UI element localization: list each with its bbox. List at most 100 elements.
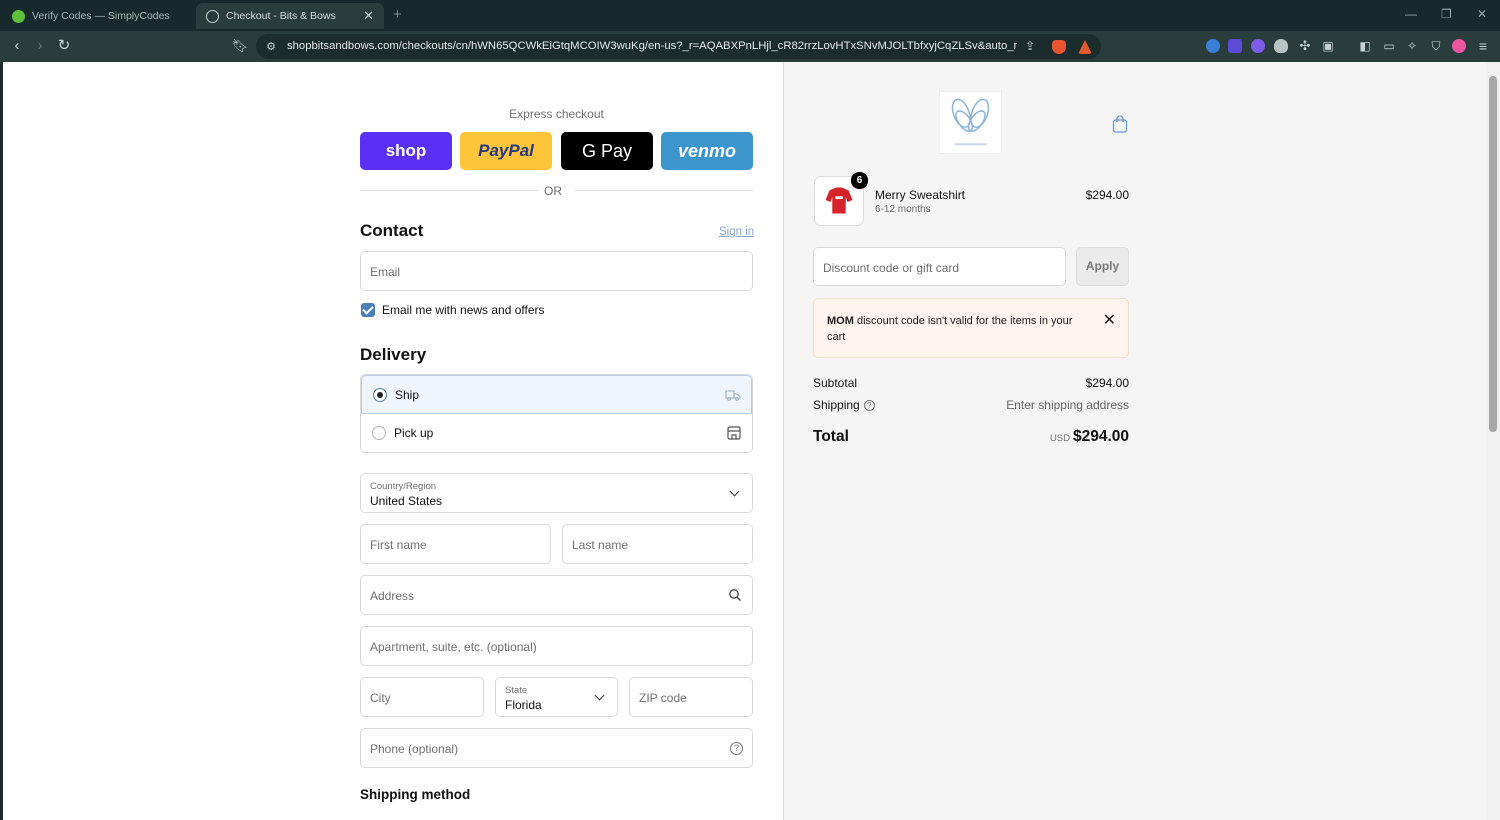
reload-icon[interactable]: ↻ [55, 37, 73, 55]
bookmark-icon[interactable]: 🔖︎ [231, 37, 249, 55]
vpn-shield-icon[interactable]: ⛉ [1427, 37, 1445, 55]
site-settings-icon[interactable]: ⚙ [262, 38, 280, 56]
product-name: Merry Sweatshirt [875, 188, 966, 202]
bits-and-bows-logo[interactable] [939, 91, 1002, 154]
phone-field[interactable]: Phone (optional) ? [360, 728, 753, 768]
last-name-field[interactable]: Last name [562, 524, 753, 564]
new-tab-icon[interactable]: + [393, 6, 402, 23]
close-icon[interactable]: ✕ [1103, 310, 1116, 330]
apartment-placeholder: Apartment, suite, etc. (optional) [370, 640, 537, 654]
scrollbar-thumb[interactable] [1489, 76, 1497, 432]
google-pay-button[interactable]: G Pay [561, 132, 653, 170]
state-select[interactable]: State Florida [495, 677, 618, 717]
address-field[interactable]: Address [360, 575, 753, 615]
discount-placeholder: Discount code or gift card [823, 261, 960, 275]
tab-title: Verify Codes — SimplyCodes [32, 10, 170, 22]
close-tab-icon[interactable]: ✕ [363, 8, 374, 24]
address-placeholder: Address [370, 589, 415, 603]
phone-placeholder: Phone (optional) [370, 742, 459, 756]
discount-error-message: MOM discount code isn't valid for the it… [827, 313, 1089, 345]
minimize-window-icon[interactable]: — [1405, 7, 1417, 21]
shop-pay-button[interactable]: shop [360, 132, 452, 170]
discount-code-input[interactable]: Discount code or gift card [813, 247, 1066, 286]
sign-in-link[interactable]: Sign in [719, 226, 754, 238]
newsletter-checkbox[interactable] [361, 303, 375, 317]
url-text: shopbitsandbows.com/checkouts/cn/hWN65QC… [287, 40, 1017, 52]
country-label: Country/Region [370, 481, 437, 492]
venmo-button[interactable]: venmo [661, 132, 753, 170]
address-bar[interactable]: ⚙ shopbitsandbows.com/checkouts/cn/hWN65… [256, 34, 1101, 59]
extensions-puzzle-icon[interactable]: ✣ [1296, 37, 1314, 55]
globe-favicon-icon [206, 9, 219, 23]
extension-a-icon[interactable] [1228, 39, 1242, 53]
apartment-field[interactable]: Apartment, suite, etc. (optional) [360, 626, 753, 666]
delivery-option-pickup[interactable]: Pick up [361, 414, 752, 452]
newsletter-label: Email me with news and offers [382, 303, 545, 317]
sidebar-icon[interactable]: ◧ [1356, 37, 1374, 55]
state-label: State [505, 685, 528, 696]
restore-window-icon[interactable]: ❐ [1441, 7, 1452, 21]
wallet-icon[interactable]: ▭ [1380, 37, 1398, 55]
error-text: discount code isn't valid for the items … [827, 315, 1073, 343]
help-icon[interactable]: ? [863, 400, 875, 412]
shipping-label-row: Shipping? [813, 398, 875, 412]
pickup-label: Pick up [394, 426, 434, 440]
express-checkout-label: Express checkout [509, 107, 604, 121]
forward-icon[interactable]: › [31, 37, 49, 55]
browser-tab-bar: Verify Codes — SimplyCodes Checkout - Bi… [0, 0, 1500, 31]
first-name-field[interactable]: First name [360, 524, 551, 564]
last-name-placeholder: Last name [572, 538, 629, 552]
back-icon[interactable]: ‹ [8, 37, 26, 55]
menu-icon[interactable]: ≡ [1474, 37, 1492, 55]
delivery-heading: Delivery [360, 345, 427, 364]
paypal-button[interactable]: PayPal [460, 132, 552, 170]
pickup-radio[interactable] [372, 426, 386, 440]
zip-placeholder: ZIP code [639, 691, 687, 705]
delivery-method-group: Ship Pick up [360, 374, 753, 453]
subtotal-label: Subtotal [813, 376, 858, 390]
share-icon[interactable]: ⇪ [1021, 37, 1039, 55]
delivery-option-ship[interactable]: Ship [361, 375, 752, 414]
first-name-placeholder: First name [370, 538, 427, 552]
help-icon[interactable]: ? [730, 742, 743, 755]
leo-ai-icon[interactable]: ✧ [1403, 37, 1421, 55]
tab-title: Checkout - Bits & Bows [226, 10, 336, 22]
extension-cloud-icon[interactable] [1274, 39, 1288, 53]
total-value: $294.00 [1072, 428, 1129, 445]
zip-field[interactable]: ZIP code [629, 677, 753, 717]
brave-rewards-icon[interactable] [1078, 40, 1092, 54]
extension-circle-icon[interactable] [1251, 39, 1265, 53]
apply-discount-button[interactable]: Apply [1076, 247, 1129, 286]
or-divider-label: OR [544, 184, 562, 198]
tab-search-icon[interactable]: ▣ [1319, 37, 1337, 55]
discount-error-banner: MOM discount code isn't valid for the it… [813, 298, 1129, 358]
total-label: Total [813, 428, 849, 445]
total-currency: USD [1049, 433, 1070, 444]
checkout-page: Express checkout shop PayPal G Pay venmo… [3, 62, 1486, 820]
city-placeholder: City [370, 691, 391, 705]
brave-shields-icon[interactable] [1052, 40, 1066, 54]
bow-logo-icon [951, 98, 990, 146]
state-value: Florida [505, 698, 542, 712]
email-field[interactable]: Email [360, 251, 753, 291]
divider [360, 190, 538, 191]
chevron-down-icon [594, 690, 605, 701]
page-scrollbar[interactable] [1486, 62, 1500, 820]
ship-radio[interactable] [373, 388, 387, 402]
profile-avatar-icon[interactable] [1452, 39, 1466, 53]
discount-code: MOM [827, 315, 854, 327]
simplycodes-favicon-icon [12, 9, 25, 23]
shipping-label: Shipping [813, 398, 860, 412]
close-window-icon[interactable]: ✕ [1477, 7, 1487, 21]
country-value: United States [370, 494, 443, 508]
country-select[interactable]: Country/Region United States [360, 473, 753, 513]
browser-tab-simplycodes[interactable]: Verify Codes — SimplyCodes [2, 3, 190, 29]
search-icon [729, 589, 741, 601]
product-price: $294.00 [1085, 188, 1129, 202]
quantity-badge: 6 [851, 172, 868, 189]
city-field[interactable]: City [360, 677, 484, 717]
browser-tab-checkout[interactable]: Checkout - Bits & Bows ✕ [196, 3, 384, 29]
extension-vpn-icon[interactable] [1206, 39, 1220, 53]
product-variant: 6-12 months [875, 204, 931, 215]
shopping-bag-icon[interactable] [1112, 115, 1128, 133]
